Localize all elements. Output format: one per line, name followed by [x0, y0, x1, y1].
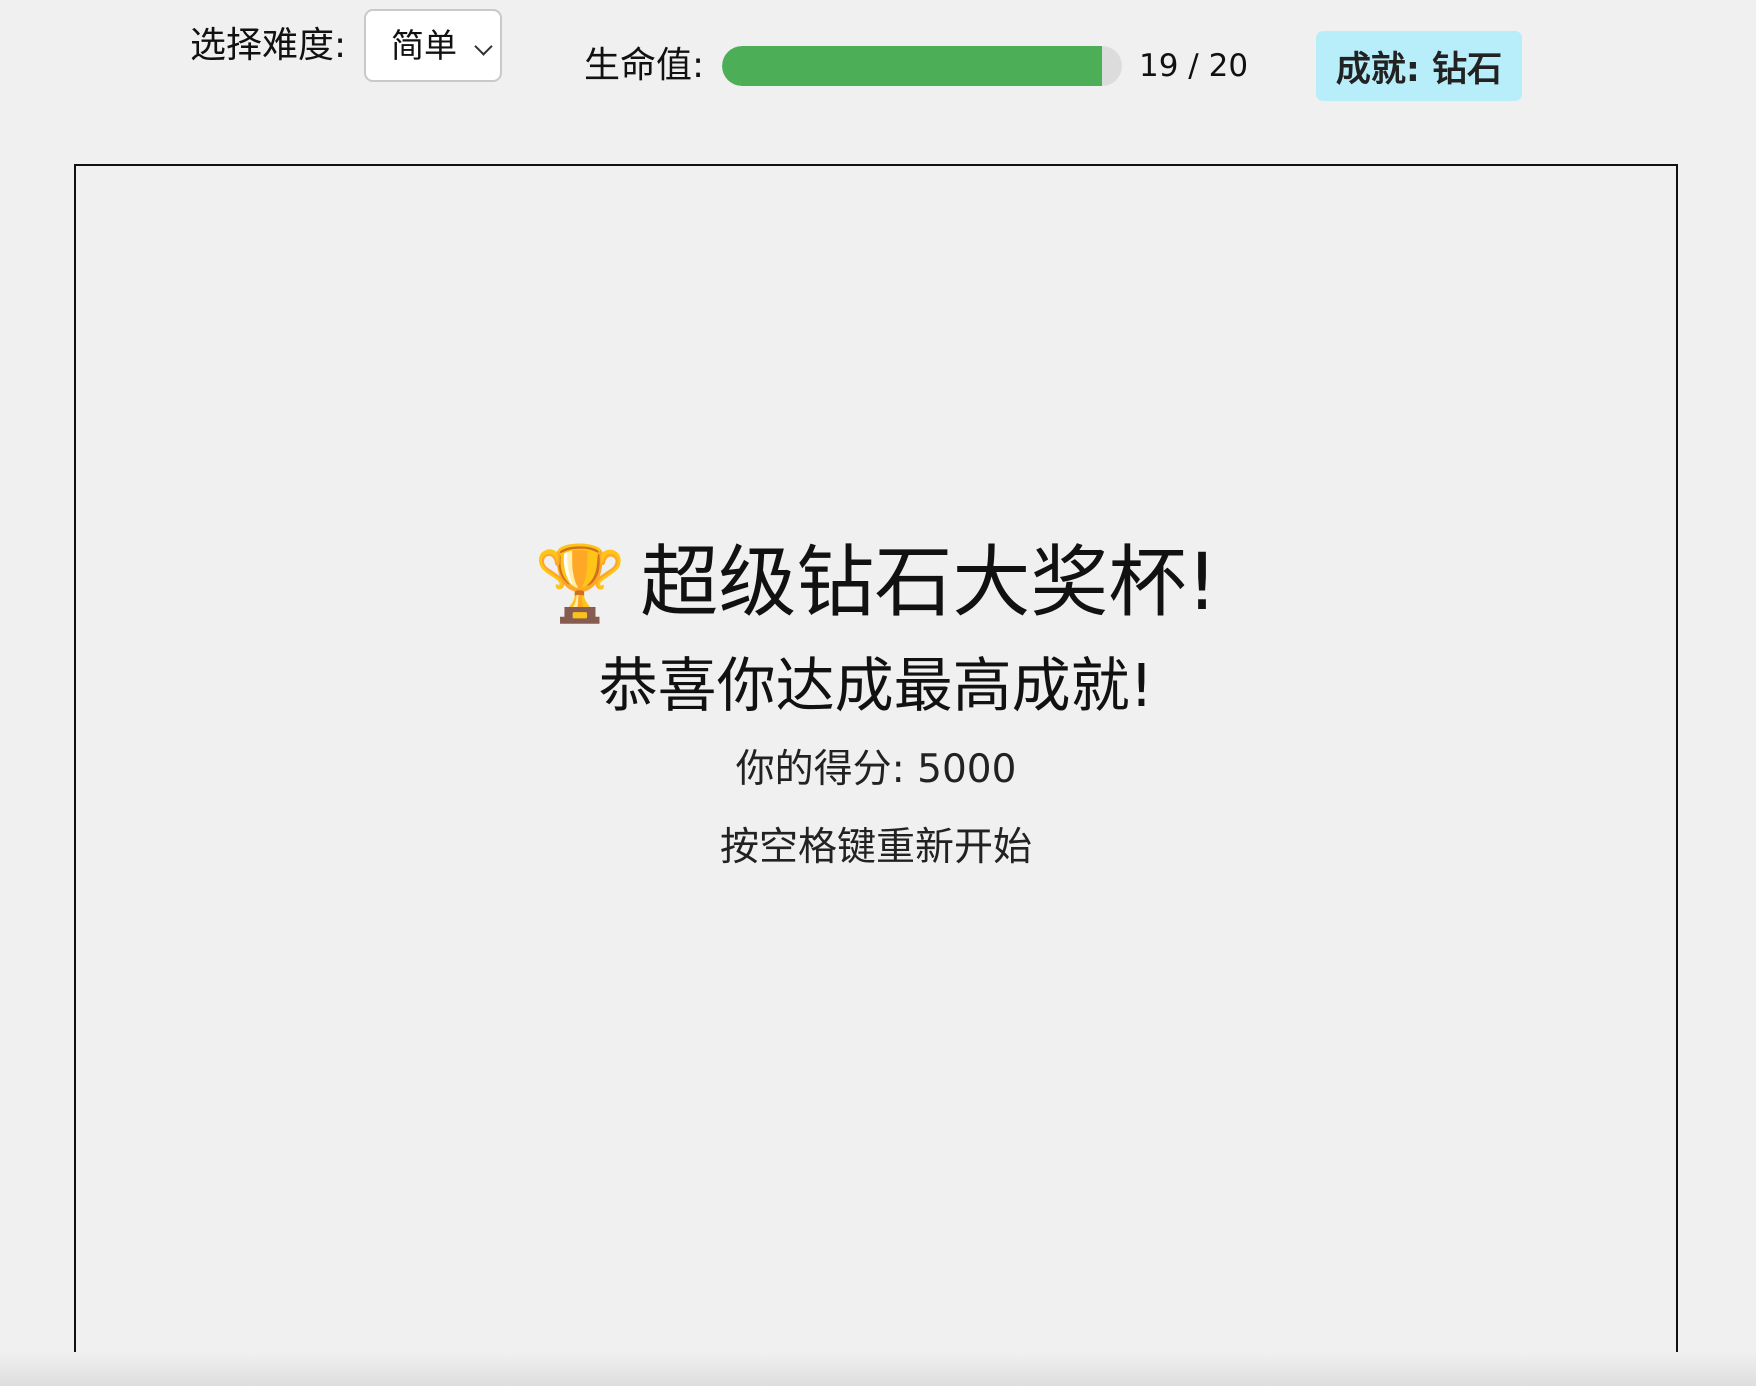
window-bottom-edge [0, 1352, 1756, 1386]
hp-bar [722, 46, 1122, 86]
chevron-down-icon [474, 37, 493, 56]
hp-bar-fill [722, 46, 1102, 86]
win-title-text: 超级钻石大奖杯! [640, 538, 1218, 628]
difficulty-select[interactable]: 简单 [364, 9, 502, 82]
hp-value: 19 / 20 [1139, 48, 1249, 84]
win-title: 🏆 超级钻石大奖杯! [76, 533, 1676, 634]
score-text: 你的得分: 5000 [735, 747, 1017, 792]
trophy-icon: 🏆 [534, 541, 627, 627]
win-subtitle: 恭喜你达成最高成就! [598, 651, 1154, 720]
achievement-badge: 成就: 钻石 [1316, 31, 1522, 101]
restart-hint: 按空格键重新开始 [719, 825, 1032, 870]
hp-label: 生命值: [584, 45, 705, 86]
top-control-bar: 选择难度: 简单 生命值: 19 / 20 成就: 钻石 [0, 0, 1756, 130]
difficulty-selected-value: 简单 [391, 26, 457, 65]
game-canvas[interactable]: 🏆 超级钻石大奖杯! 恭喜你达成最高成就! 你的得分: 5000 按空格键重新开始 [74, 164, 1678, 1367]
difficulty-label: 选择难度: [190, 25, 347, 66]
